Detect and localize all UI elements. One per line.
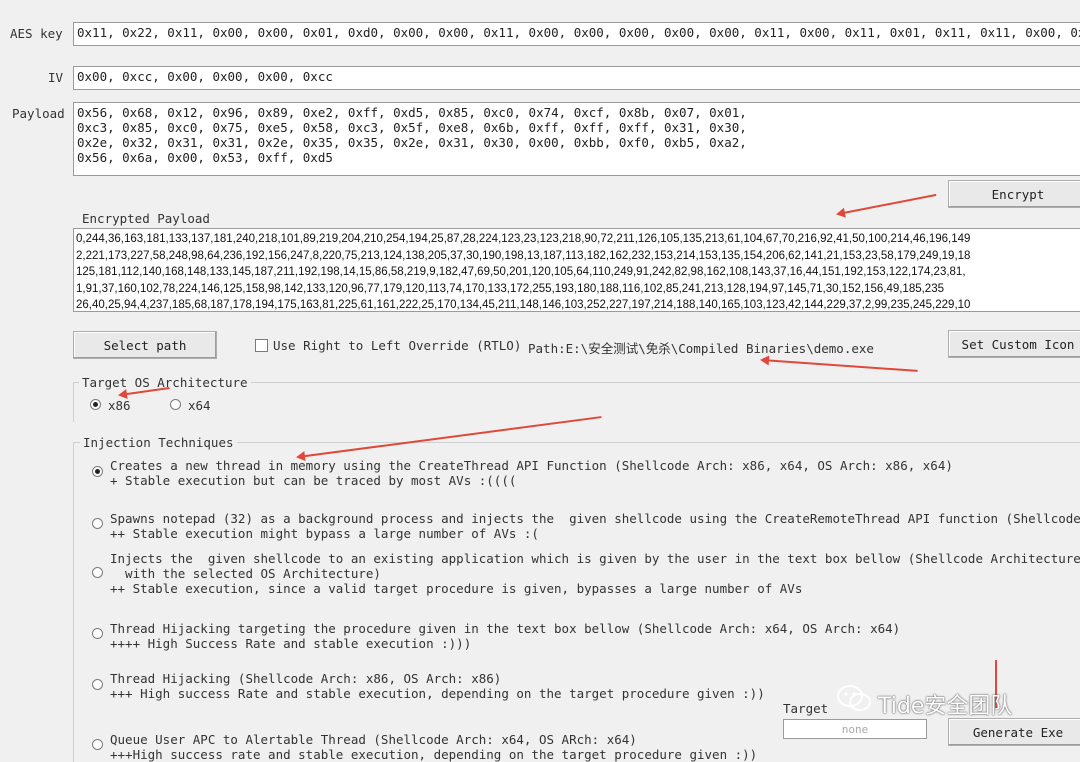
arch-x86-label: x86 (108, 398, 131, 413)
injection-option-radio[interactable] (92, 739, 103, 750)
payload-input[interactable]: 0x56, 0x68, 0x12, 0x96, 0x89, 0xe2, 0xff… (73, 102, 1080, 176)
injection-option-radio[interactable] (92, 518, 103, 529)
injection-option-text: Thread Hijacking targeting the procedure… (110, 621, 901, 651)
rtlo-checkbox[interactable] (255, 339, 268, 352)
encrypted-payload-label: Encrypted Payload (82, 211, 210, 226)
annotation-arrow (837, 193, 937, 215)
injection-option-radio[interactable] (92, 679, 103, 690)
aes-key-input[interactable]: 0x11, 0x22, 0x11, 0x00, 0x00, 0x01, 0xd0… (73, 22, 1080, 46)
injection-option-text: Injects the given shellcode to an existi… (110, 551, 1080, 596)
payload-label: Payload (12, 106, 65, 121)
injection-option-radio[interactable] (92, 628, 103, 639)
aes-key-label: AES key (10, 26, 63, 41)
watermark-text: Tide安全团队 (878, 694, 1013, 719)
target-procedure-input[interactable]: none (783, 719, 927, 739)
set-custom-icon-button[interactable]: Set Custom Icon (948, 330, 1080, 358)
target-label: Target (783, 701, 829, 716)
iv-input[interactable]: 0x00, 0xcc, 0x00, 0x00, 0x00, 0xcc (73, 66, 1080, 90)
select-path-button[interactable]: Select path (73, 331, 217, 359)
output-path-text: Path:E:\安全测试\免杀\Compiled Binaries\demo.e… (528, 341, 874, 356)
encrypt-button[interactable]: Encrypt (948, 180, 1080, 208)
rtlo-label: Use Right to Left Override (RTLO) (273, 338, 522, 353)
generate-exe-button[interactable]: Generate Exe (948, 718, 1080, 746)
injection-option-radio[interactable] (92, 466, 103, 477)
arch-x64-label: x64 (188, 398, 211, 413)
iv-label: IV (48, 70, 64, 85)
arch-x86-radio[interactable] (90, 399, 101, 410)
arch-x64-radio[interactable] (170, 399, 181, 410)
injection-option-text: Spawns notepad (32) as a background proc… (110, 511, 1080, 541)
encrypted-payload-output[interactable]: 0,244,36,163,181,133,137,181,240,218,101… (73, 228, 1080, 312)
injection-option-radio[interactable] (92, 567, 103, 578)
wechat-icon (836, 684, 874, 714)
injection-option-text: Thread Hijacking (Shellcode Arch: x86, O… (110, 671, 765, 701)
injection-option-text: Creates a new thread in memory using the… (110, 458, 953, 488)
annotation-arrow (761, 359, 918, 372)
injection-techniques-title: Injection Techniques (80, 435, 237, 450)
injection-option-text: Queue User APC to Alertable Thread (Shel… (110, 732, 758, 762)
